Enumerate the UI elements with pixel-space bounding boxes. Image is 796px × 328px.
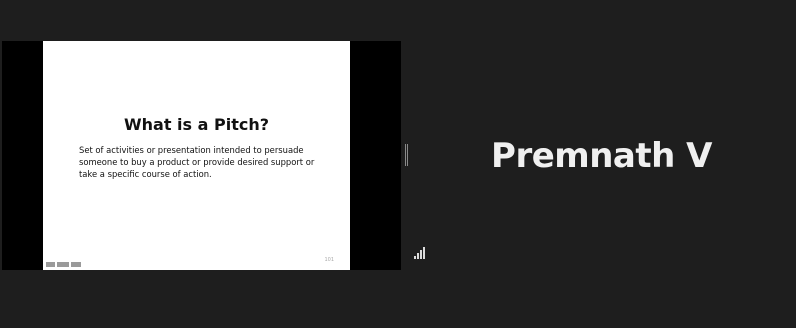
panel-resize-handle[interactable] (405, 144, 408, 166)
slide-body: Set of activities or presentation intend… (79, 144, 329, 180)
signal-strength-icon (414, 247, 428, 259)
slide-body-line: take a specific course of action. (79, 169, 212, 179)
slide-page-number: 101 (324, 257, 334, 263)
slide-body-line: someone to buy a product or provide desi… (79, 157, 315, 167)
slide-body-line: Set of activities or presentation intend… (79, 145, 304, 155)
participant-tile[interactable]: Premnath V (409, 41, 794, 270)
institution-logo-icon (46, 260, 86, 268)
slide-title: What is a Pitch? (123, 115, 269, 134)
screen-share-tile[interactable]: What is a Pitch? Set of activities or pr… (2, 41, 401, 270)
participant-name: Premnath V (491, 135, 712, 176)
meeting-stage: What is a Pitch? Set of activities or pr… (0, 0, 796, 328)
presentation-slide: What is a Pitch? Set of activities or pr… (43, 41, 350, 270)
